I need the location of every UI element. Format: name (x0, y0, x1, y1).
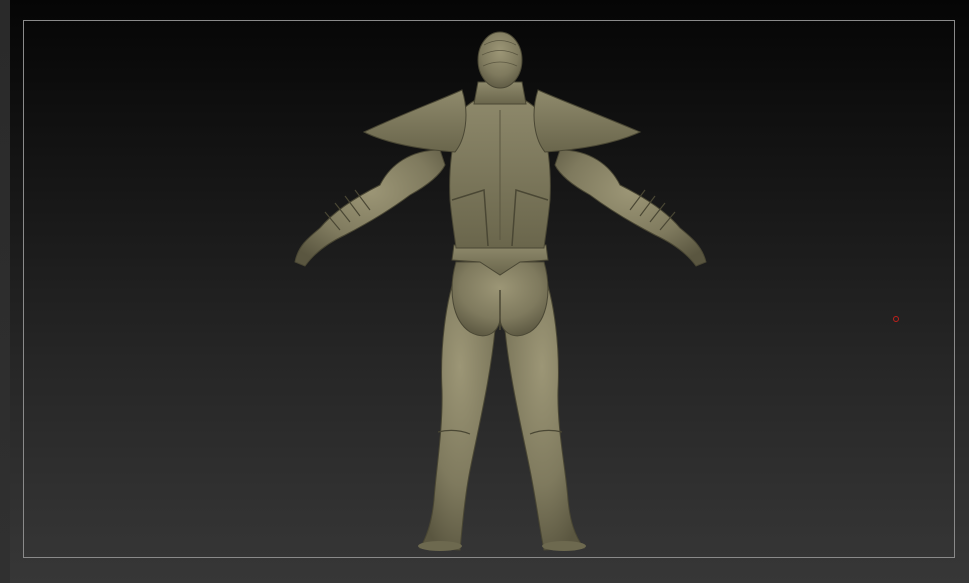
left-shoulder-pad (362, 89, 467, 153)
right-shoulder-pad (533, 89, 642, 153)
brush-cursor-icon (893, 316, 899, 322)
sculpt-model[interactable] (0, 0, 969, 583)
